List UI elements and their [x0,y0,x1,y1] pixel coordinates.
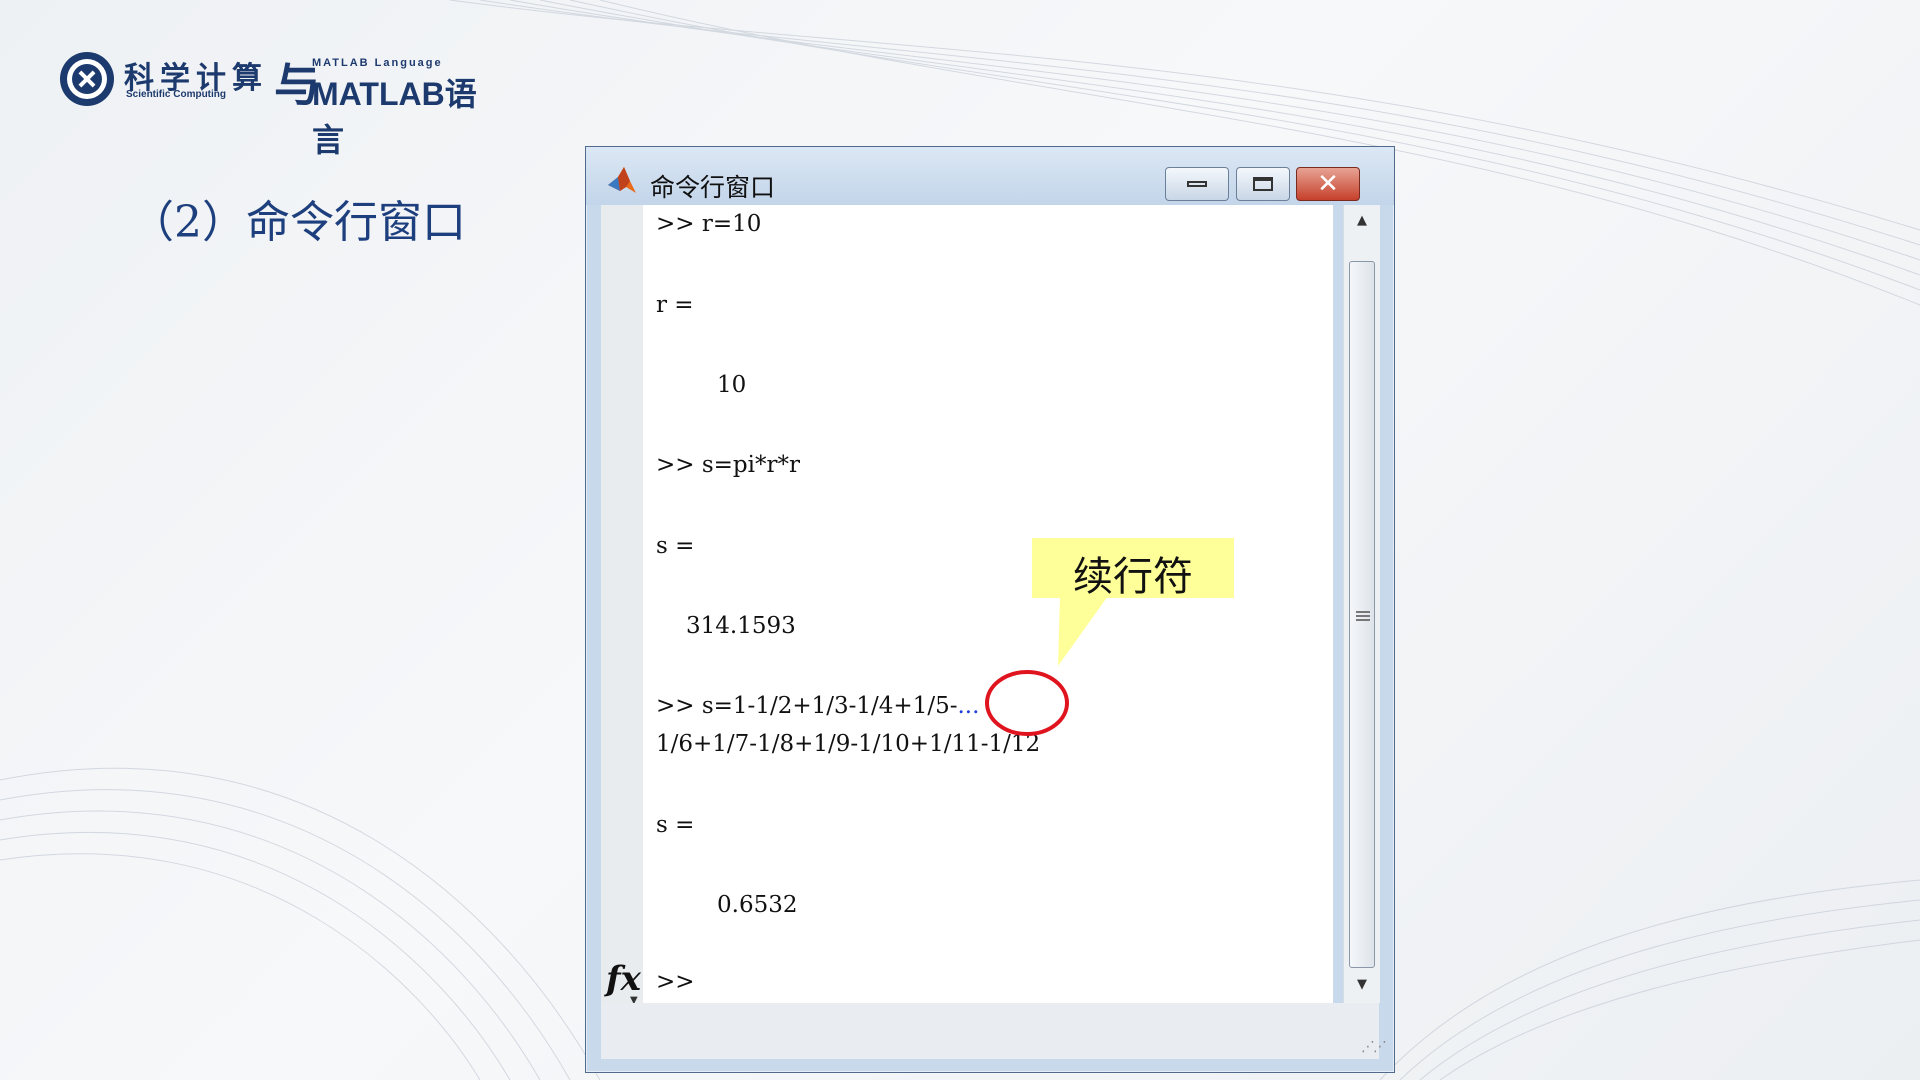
scroll-up-arrow-icon[interactable]: ▲ [1344,213,1380,228]
callout-box: 续行符 [1032,538,1234,600]
close-icon: ✕ [1317,169,1339,199]
matlab-logo-icon [608,167,636,193]
scroll-grip-icon [1356,611,1370,621]
command-line: >> r=10 [656,211,762,237]
maximize-button[interactable] [1236,167,1290,201]
slide-heading: （2）命令行窗口 [130,197,466,248]
scrollbar-thumb[interactable] [1349,261,1375,968]
logo-en-subtitle: Scientific Computing [126,89,226,100]
window-title: 命令行窗口 [650,173,776,202]
output-value: 0.6532 [717,892,798,918]
command-output-area[interactable]: ▼ [643,205,1380,1003]
university-emblem-icon [60,52,114,106]
close-button[interactable]: ✕ [1296,167,1360,201]
output-value: 10 [717,372,747,398]
status-bar: ⋰⋰ [601,1003,1387,1059]
minimize-icon [1187,181,1207,187]
continuation-marker: ... [957,693,980,719]
function-browser-icon[interactable]: fx [606,959,641,999]
output-line: s = [656,812,695,838]
command-window: 命令行窗口 ✕ ▼ >> r=10 r = 10 >> s=pi*r*r s =… [585,146,1395,1073]
minimize-button[interactable] [1165,167,1229,201]
output-value: 314.1593 [686,613,796,639]
logo: 科学计算 Scientific Computing 与 MATLAB Langu… [58,46,504,158]
command-prompt[interactable]: >> [656,969,695,995]
command-line: >> s=1-1/2+1/3-1/4+1/5-... [656,693,979,719]
output-line: r = [656,292,694,318]
scroll-down-arrow-icon[interactable]: ▼ [1344,977,1380,992]
callout-text: 续行符 [1073,554,1193,600]
logo-matlab-language: MATLAB Language [312,57,443,69]
command-continuation-line: 1/6+1/7-1/8+1/9-1/10+1/11-1/12 [656,731,1041,757]
command-gutter [601,205,643,1003]
window-titlebar[interactable]: 命令行窗口 ✕ [586,147,1394,205]
command-line: >> s=pi*r*r [656,452,800,478]
resize-grip-icon[interactable]: ⋰⋰ [1361,1039,1387,1055]
logo-wordmark: 科学计算 Scientific Computing 与 MATLAB Langu… [124,49,504,158]
vertical-scrollbar[interactable]: ▲ ▼ [1343,205,1380,1003]
logo-matlab-cn: MATLAB语言 [312,76,477,158]
command-text: >> s=1-1/2+1/3-1/4+1/5- [656,693,958,719]
output-line: s = [656,533,695,559]
maximize-icon [1253,177,1273,191]
